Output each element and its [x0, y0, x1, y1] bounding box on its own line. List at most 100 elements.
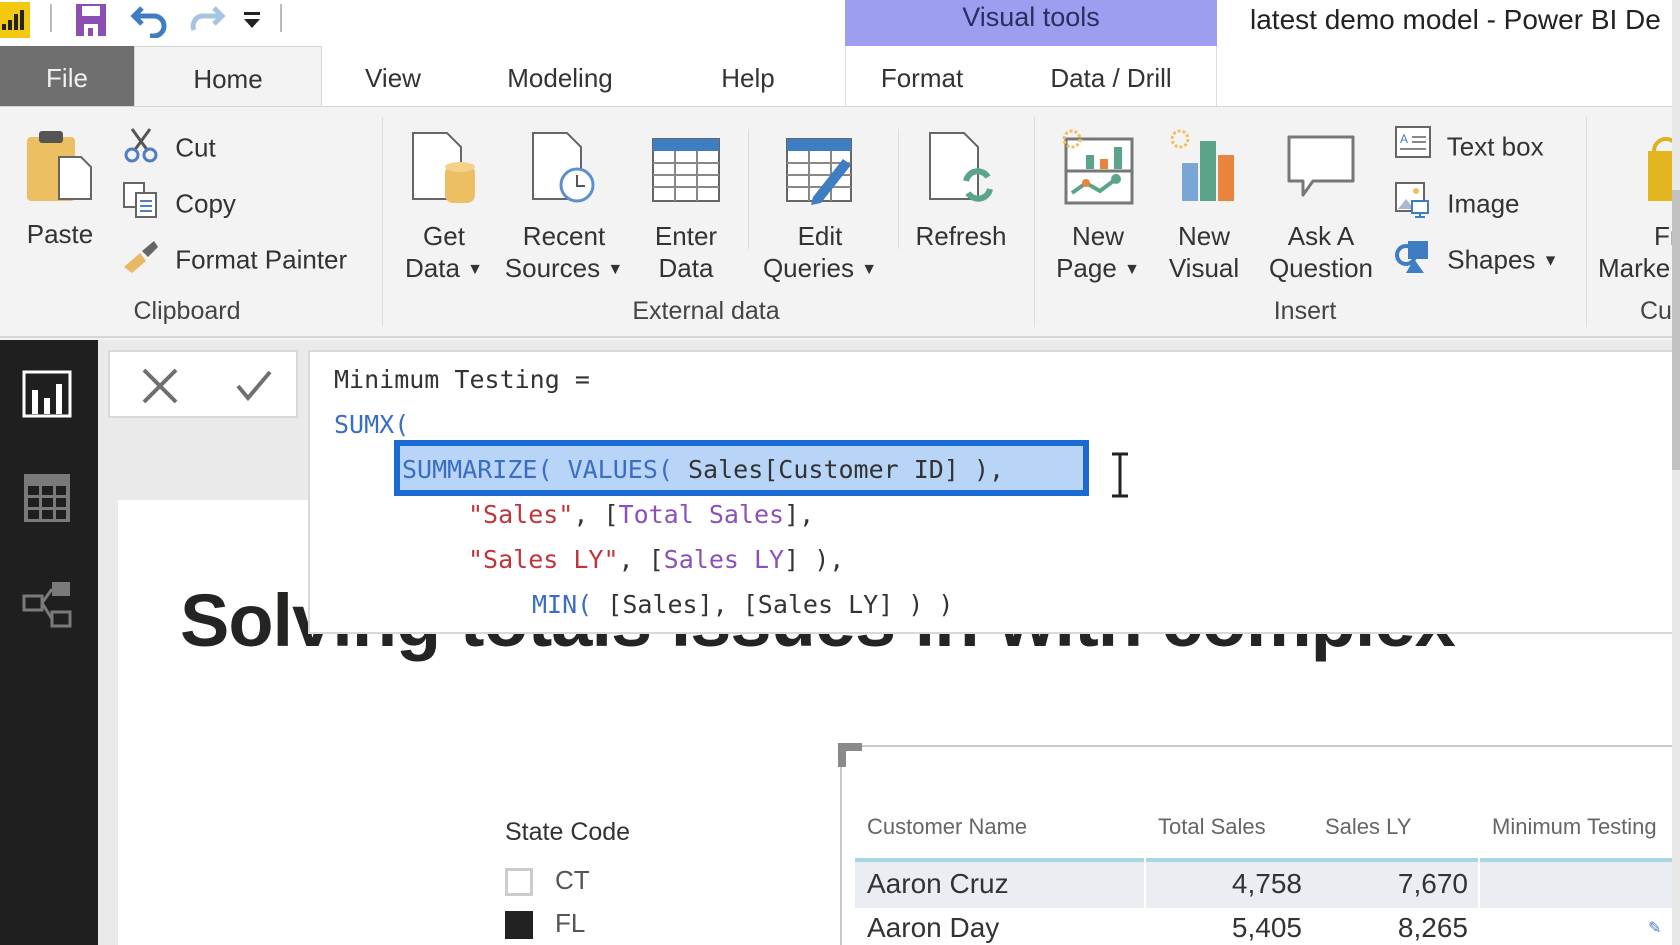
tab-view[interactable]: View — [350, 46, 436, 106]
text-box-icon: A — [1394, 125, 1432, 172]
checkbox-unchecked-icon[interactable] — [505, 868, 533, 897]
edit-queries-label-2: Queries — [762, 253, 854, 283]
ask-a-question-label-1: Ask A — [1287, 221, 1355, 251]
undo-icon[interactable] — [130, 2, 170, 39]
save-icon[interactable] — [74, 2, 108, 38]
cancel-formula-icon[interactable] — [140, 366, 180, 406]
customize-quick-access-icon[interactable] — [242, 10, 262, 32]
from-marketplace-label-2: Marke — [1598, 253, 1671, 283]
paste-label: Paste — [26, 219, 94, 249]
shapes-icon — [1394, 237, 1432, 286]
dax-formula-editor[interactable]: Minimum Testing = SUMX( SUMMARIZE( VALUE… — [308, 350, 1680, 634]
shapes-button[interactable]: Shapes ▼ — [1394, 237, 1559, 277]
recent-sources-label-2: Sources — [504, 253, 601, 283]
new-page-icon — [1050, 127, 1146, 214]
new-visual-icon — [1156, 127, 1252, 214]
text-box-button[interactable]: A Text box — [1394, 125, 1544, 165]
new-visual-button[interactable]: New Visual — [1156, 127, 1252, 284]
format-painter-button[interactable]: Format Painter — [122, 237, 347, 277]
dax-string: "Sales" — [468, 500, 574, 529]
ask-a-question-label-2: Question — [1268, 253, 1374, 283]
dax-function-sumx: SUMX( — [334, 410, 410, 439]
column-header-total-sales[interactable]: Total Sales — [1158, 814, 1266, 840]
dax-args: [Sales], [Sales LY] ) ) — [592, 590, 954, 619]
slicer-item-ct[interactable]: CT — [505, 862, 590, 898]
paste-icon — [18, 127, 102, 212]
cut-label: Cut — [175, 132, 216, 163]
dax-measure-ref: Total Sales — [618, 500, 785, 529]
refresh-button[interactable]: Refresh — [908, 129, 1014, 252]
column-header-minimum-testing[interactable]: Minimum Testing — [1492, 814, 1657, 840]
paste-button[interactable]: Paste — [18, 127, 102, 250]
dax-punct: , [ — [573, 500, 619, 529]
dropdown-caret-icon: ▼ — [861, 261, 878, 279]
group-separator — [1034, 117, 1035, 327]
get-data-button[interactable]: Get Data ▼ — [396, 129, 492, 286]
enter-data-icon — [640, 129, 732, 214]
formula-line-3: SUMMARIZE( VALUES( Sales[Customer ID] ), — [402, 450, 1004, 490]
tab-help[interactable]: Help — [708, 46, 788, 106]
insert-group-label: Insert — [1273, 297, 1337, 325]
get-data-label-1: Get — [423, 221, 465, 251]
recent-sources-button[interactable]: Recent Sources ▼ — [502, 129, 626, 286]
cell-customer-name: Aaron Day — [867, 912, 1000, 943]
formula-line-2: SUMX( — [334, 405, 409, 445]
shapes-label: Shapes — [1447, 244, 1536, 275]
new-page-button[interactable]: New Page ▼ — [1050, 127, 1146, 286]
image-icon — [1394, 181, 1432, 230]
dropdown-caret-icon: ▼ — [1542, 252, 1559, 270]
formula-line-6: MIN( [Sales], [Sales LY] ) ) — [532, 585, 953, 625]
speech-bubble-icon — [1262, 127, 1380, 214]
copy-button[interactable]: Copy — [122, 181, 236, 221]
copy-label: Copy — [175, 188, 236, 219]
ask-a-question-button[interactable]: Ask A Question — [1262, 127, 1380, 284]
slicer-title: State Code — [505, 818, 631, 846]
cell-sales-ly: 8,265 — [1397, 912, 1468, 943]
edit-indicator-icon: ✎ — [1648, 920, 1662, 937]
formula-line-4: "Sales", [Total Sales], — [468, 495, 814, 535]
tab-format[interactable]: Format — [872, 46, 972, 106]
data-view-icon[interactable] — [22, 472, 72, 522]
report-view-icon[interactable] — [22, 370, 72, 420]
visual-resize-handle[interactable] — [838, 743, 862, 767]
format-painter-icon — [122, 237, 160, 286]
tab-file[interactable]: File — [0, 46, 134, 106]
column-header-customer-name[interactable]: Customer Name — [867, 814, 1027, 840]
tab-modeling[interactable]: Modeling — [488, 46, 632, 106]
relationships-view-icon[interactable] — [22, 580, 72, 630]
dax-function-min: MIN( — [532, 590, 593, 619]
checkbox-checked-icon[interactable] — [505, 911, 533, 940]
cut-button[interactable]: Cut — [122, 125, 216, 165]
scrollbar-thumb[interactable] — [1672, 190, 1680, 470]
column-separator — [1144, 858, 1146, 908]
formula-line-1: Minimum Testing = — [334, 360, 590, 400]
slicer-item-fl[interactable]: FL — [505, 905, 585, 941]
refresh-icon — [908, 129, 1014, 214]
title-bar: Visual tools latest demo model - Power B… — [0, 0, 1680, 46]
dax-punct: ], — [784, 500, 815, 529]
tab-home[interactable]: Home — [134, 46, 322, 106]
image-button[interactable]: Image — [1394, 181, 1520, 221]
edit-queries-button[interactable]: Edit Queries ▼ — [758, 129, 882, 286]
text-cursor-ibeam-icon — [1108, 452, 1132, 503]
formula-bar-actions — [108, 350, 298, 418]
redo-icon[interactable] — [186, 2, 226, 38]
ribbon-tabs: File Home View Modeling Help Format Data… — [0, 46, 1680, 106]
measure-definition: Minimum Testing = — [334, 365, 590, 394]
quick-access-separator — [50, 4, 52, 32]
dax-punct: , [ — [618, 545, 664, 574]
column-header-sales-ly[interactable]: Sales LY — [1325, 814, 1411, 840]
enter-data-button[interactable]: Enter Data — [640, 129, 732, 284]
vertical-scrollbar[interactable] — [1672, 0, 1680, 945]
column-separator — [1478, 858, 1480, 908]
dropdown-caret-icon: ▼ — [467, 261, 483, 279]
from-marketplace-button[interactable]: Fr Marke — [1598, 127, 1680, 284]
refresh-label: Refresh — [915, 221, 1007, 251]
inner-separator — [898, 129, 899, 249]
view-switcher-nav — [0, 340, 98, 945]
commit-formula-icon[interactable] — [234, 366, 274, 406]
svg-text:A: A — [1400, 132, 1408, 146]
tab-data-drill[interactable]: Data / Drill — [1036, 46, 1186, 106]
get-data-icon — [396, 129, 492, 214]
edit-queries-icon — [758, 129, 882, 214]
